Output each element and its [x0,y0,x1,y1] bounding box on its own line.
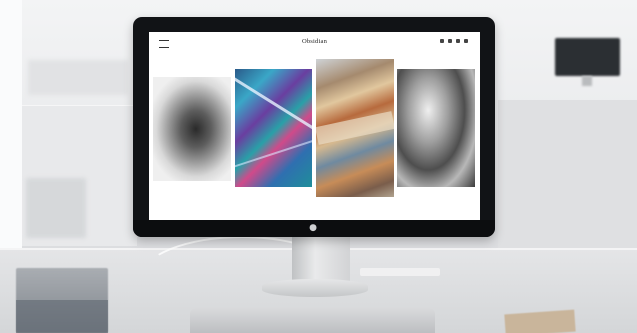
gallery-image-agate[interactable] [316,59,394,197]
background-monitor-stand [582,76,592,86]
keyboard [360,268,440,276]
gallery-image-gray-crystal[interactable] [153,77,231,181]
background-monitor [555,38,620,76]
blurred-object [26,178,86,238]
monitor-stand-base [262,279,368,297]
apple-logo-icon: ● [309,223,317,233]
share-icon[interactable] [464,39,468,43]
photo-scene: ● Obsidian [0,0,637,333]
social-links [440,39,468,43]
gallery-image-monochrome-geode[interactable] [397,69,475,187]
book-spine [16,300,108,333]
mineral-vein [235,130,312,170]
agate-band [316,111,394,145]
site-title: Obsidian [301,38,328,45]
linkedin-icon[interactable] [456,39,460,43]
mineral-vein [235,77,312,144]
right-partition [498,100,637,250]
gallery-image-blue-mineral[interactable] [235,69,312,187]
instagram-icon[interactable] [448,39,452,43]
laptop-lid [190,308,435,333]
notecard [504,309,576,333]
site-header: Obsidian [149,32,480,52]
twitter-icon[interactable] [440,39,444,43]
monitor-screen: Obsidian [149,32,480,220]
background-shelf [28,60,128,95]
